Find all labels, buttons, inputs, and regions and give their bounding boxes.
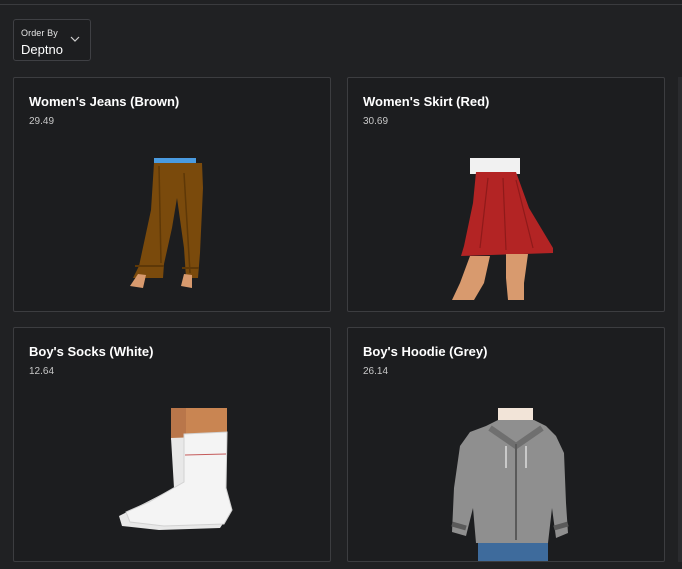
womens-skirt-red-image bbox=[452, 158, 553, 300]
product-card-boys-hoodie[interactable]: Boy's Hoodie (Grey) 26.14 bbox=[347, 327, 665, 562]
product-card-womens-jeans[interactable]: Women's Jeans (Brown) 29.49 bbox=[13, 77, 331, 312]
scrollbar-track[interactable] bbox=[678, 77, 682, 562]
chevron-down-icon[interactable] bbox=[70, 35, 80, 43]
order-by-label: Order By bbox=[21, 28, 58, 38]
gallery-app: Order By Deptno Women's Jeans (Brown) 29… bbox=[0, 0, 682, 569]
order-by-dropdown[interactable]: Order By Deptno bbox=[13, 19, 91, 61]
product-card-womens-skirt[interactable]: Women's Skirt (Red) 30.69 bbox=[347, 77, 665, 312]
product-card-boys-socks[interactable]: Boy's Socks (White) 12.64 bbox=[13, 327, 331, 562]
boys-socks-white-image bbox=[119, 408, 233, 530]
top-divider bbox=[0, 4, 682, 5]
order-by-value: Deptno bbox=[21, 42, 63, 57]
boys-hoodie-grey-image bbox=[451, 408, 569, 561]
womens-jeans-brown-image bbox=[130, 158, 203, 288]
